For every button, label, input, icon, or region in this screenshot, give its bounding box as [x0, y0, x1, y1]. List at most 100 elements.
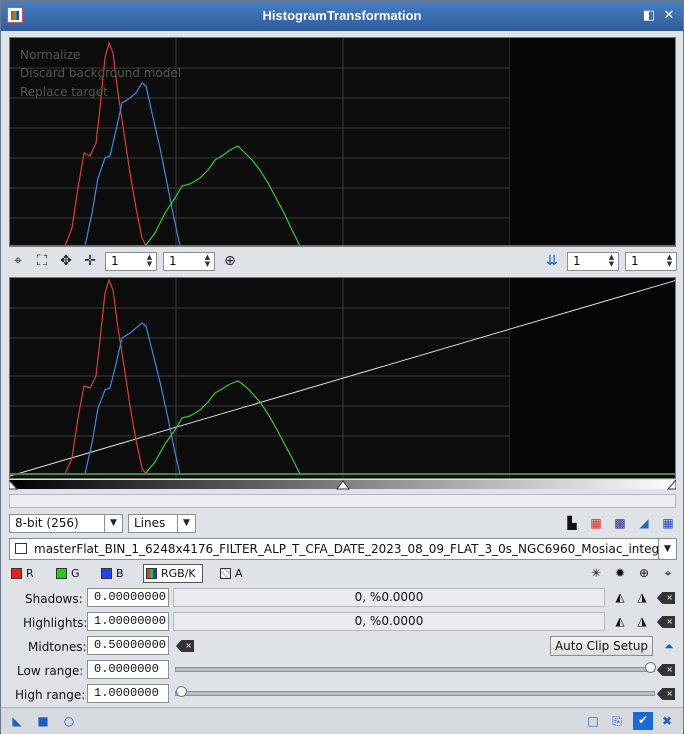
target-icon[interactable]: ⊕ [636, 565, 652, 581]
low-range-field[interactable]: 0.0000000 [87, 660, 169, 679]
output-histogram-panel[interactable] [9, 277, 676, 479]
blue-swatch [101, 568, 112, 579]
rgb-swatch [146, 568, 157, 579]
gear-icon[interactable]: ✹ [612, 565, 628, 581]
bg-normalize-text: Normalize [20, 48, 81, 62]
spin-arrows-icon[interactable]: ▲ ▼ [202, 254, 213, 269]
histogram-bars-icon[interactable]: ▩ [612, 515, 628, 531]
zoom-x-value: 1 [111, 254, 119, 268]
blue-curve [84, 82, 181, 246]
crosshair-icon[interactable]: ⌖ [660, 565, 676, 581]
channel-r[interactable]: R [11, 567, 34, 580]
highlights-label: Highlights: [23, 616, 88, 630]
green-curve [144, 380, 301, 475]
high-range-slider[interactable] [175, 686, 655, 697]
curve-icon[interactable]: ◢ [636, 515, 652, 531]
zoom-x-spin[interactable]: 1 ▲ ▼ [105, 252, 157, 271]
window-title: HistogramTransformation [262, 8, 422, 23]
magnifier-icon[interactable]: ⊕ [221, 252, 239, 270]
low-range-slider[interactable] [175, 662, 656, 673]
asterisk-icon[interactable]: ✳ [588, 565, 604, 581]
dark-region [510, 38, 675, 246]
circle-icon[interactable]: ○ [61, 713, 77, 729]
clear-icon[interactable]: × [657, 616, 675, 628]
channel-rgbk-label: RGB/K [161, 567, 196, 580]
intensity-gradient-bar[interactable] [9, 477, 676, 491]
shadow-clip-auto-icon[interactable]: ◮ [634, 589, 650, 605]
title-bar[interactable]: HistogramTransformation ◧ ✕ [1, 1, 683, 31]
clear-icon[interactable]: × [657, 592, 675, 604]
green-swatch [56, 568, 67, 579]
spin-arrows-icon[interactable]: ▲ ▼ [606, 254, 617, 269]
clear-icon[interactable]: × [176, 640, 194, 652]
chevron-down-icon: ▼ [177, 515, 195, 532]
channel-b-label: B [116, 567, 124, 580]
document-icon[interactable]: ⎘ [609, 713, 625, 729]
channel-r-label: R [26, 567, 34, 580]
red-curve [64, 278, 147, 475]
high-range-knob[interactable] [176, 686, 187, 697]
arrow-up-icon[interactable]: ⏶ [661, 638, 677, 654]
shadow-clip-icon[interactable]: ◭ [612, 589, 628, 605]
highlights-clip-bar: 0, %0.0000 [173, 612, 605, 631]
clear-icon[interactable]: × [657, 664, 675, 676]
check-icon[interactable]: ✔ [633, 712, 653, 730]
pan-icon[interactable]: ✛ [81, 252, 99, 270]
chevron-down-icon: ▼ [104, 515, 122, 532]
highlight-clip-auto-icon[interactable]: ◮ [634, 613, 650, 629]
zoom-y-spin[interactable]: 1 ▲ ▼ [163, 252, 215, 271]
chevron-double-down-icon[interactable]: ⇊ [543, 252, 561, 270]
channel-a[interactable]: A [220, 567, 243, 580]
spin-arrows-icon[interactable]: ▲ ▼ [144, 254, 155, 269]
graph-style-value: Lines [134, 516, 166, 530]
zoom-y-value: 1 [169, 254, 177, 268]
zoom-out-arrows-icon[interactable]: ✥ [57, 252, 75, 270]
red-swatch [11, 568, 22, 579]
close-icon[interactable]: ✕ [661, 8, 677, 24]
auto-clip-setup-button[interactable]: Auto Clip Setup [550, 636, 653, 656]
midtones-field[interactable]: 0.50000000 [87, 636, 169, 655]
triangle-icon[interactable]: ◣ [9, 713, 25, 729]
view-selector[interactable]: masterFlat_BIN_1_6248x4176_FILTER_ALP_T_… [9, 538, 677, 560]
high-range-field[interactable]: 1.0000000 [87, 684, 169, 703]
shadows-clip-bar: 0, %0.0000 [173, 588, 605, 607]
output-zoom-y-spin[interactable]: 1 ▲ ▼ [625, 252, 677, 271]
square-icon[interactable]: ■ [35, 713, 51, 729]
high-range-label: High range: [15, 688, 86, 702]
log-scale-icon[interactable]: ▙ [564, 515, 580, 531]
x-icon[interactable]: ✖ [659, 713, 675, 729]
input-histogram-panel[interactable]: Normalize Discard background model Repla… [9, 37, 676, 247]
chevron-down-icon: ▼ [658, 539, 676, 559]
rgb-histogram-icon[interactable]: ▦ [588, 515, 604, 531]
highlights-field[interactable]: 1.00000000 [87, 612, 169, 631]
crosshair-icon[interactable]: ⌖ [9, 252, 27, 270]
histogram-transformation-window: HistogramTransformation ◧ ✕ Normalize Di… [0, 0, 684, 734]
clear-icon[interactable]: × [657, 688, 675, 700]
preview-square-icon[interactable]: □ [585, 713, 601, 729]
preview-strip [9, 494, 676, 508]
channel-g-label: G [71, 567, 80, 580]
shadows-field[interactable]: 0.00000000 [87, 588, 169, 607]
channel-a-label: A [235, 567, 243, 580]
spin-arrows-icon[interactable]: ▲ ▼ [664, 254, 675, 269]
shadows-label: Shadows: [25, 592, 83, 606]
highlight-clip-icon[interactable]: ◭ [612, 613, 628, 629]
channel-rgbk[interactable]: RGB/K [143, 564, 203, 583]
channel-b[interactable]: B [101, 567, 124, 580]
low-range-knob[interactable] [645, 662, 656, 673]
graph-style-combo[interactable]: Lines ▼ [128, 514, 196, 533]
shade-icon[interactable]: ◧ [641, 8, 657, 24]
zoom-fit-icon[interactable]: ⛶ [33, 252, 51, 270]
midtones-label: Midtones: [28, 640, 87, 654]
resolution-combo[interactable]: 8-bit (256) ▼ [9, 514, 123, 533]
output-zoom-y-value: 1 [631, 254, 639, 268]
green-curve [144, 145, 301, 246]
resolution-value: 8-bit (256) [15, 516, 79, 530]
output-zoom-x-spin[interactable]: 1 ▲ ▼ [567, 252, 619, 271]
window-icon [15, 543, 27, 554]
grid-icon[interactable]: ▦ [660, 515, 676, 531]
bg-discard-text: Discard background model [20, 66, 182, 80]
channel-g[interactable]: G [56, 567, 80, 580]
dark-region [510, 278, 675, 478]
bg-replace-text: Replace target [20, 85, 108, 99]
